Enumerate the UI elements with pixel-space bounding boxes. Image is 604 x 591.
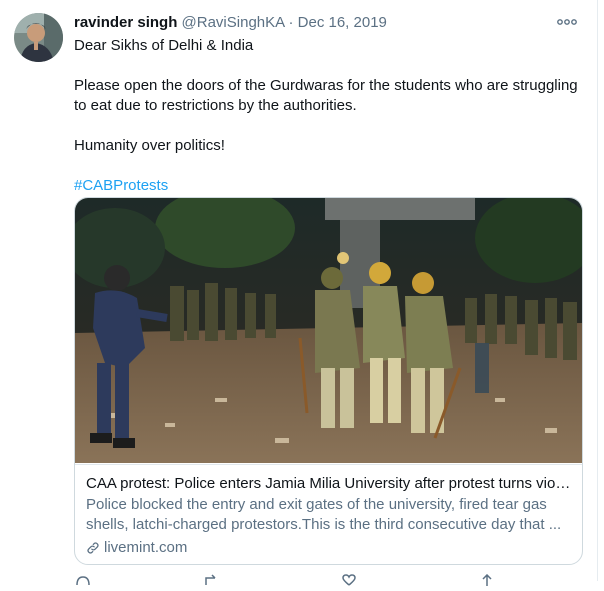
card-info: CAA protest: Police enters Jamia Milia U… bbox=[75, 464, 582, 558]
hashtag-link[interactable]: #CABProtests bbox=[74, 177, 168, 194]
like-button[interactable] bbox=[340, 573, 358, 586]
user-handle[interactable]: @RaviSinghKA bbox=[182, 14, 285, 31]
card-title[interactable]: CAA protest: Police enters Jamia Milia U… bbox=[86, 474, 571, 494]
link-preview-card[interactable]: CAA protest: Police enters Jamia Milia U… bbox=[74, 197, 583, 565]
card-image bbox=[75, 198, 582, 463]
display-name[interactable]: ravinder singh bbox=[74, 14, 177, 31]
tweet-line-request: Please open the doors of the Gurdwaras f… bbox=[74, 77, 578, 114]
retweet-button[interactable] bbox=[202, 573, 220, 585]
avatar[interactable] bbox=[14, 13, 63, 62]
link-icon bbox=[87, 542, 99, 554]
tweet-line-greeting: Dear Sikhs of Delhi & India bbox=[74, 37, 254, 54]
tweet-text: Dear Sikhs of Delhi & India Please open … bbox=[74, 36, 582, 196]
avatar-image bbox=[14, 13, 63, 62]
tweet-line-closing: Humanity over politics! bbox=[74, 137, 225, 154]
tweet-container[interactable]: ravinder singh @RaviSinghKA · Dec 16, 20… bbox=[0, 0, 598, 586]
heart-icon bbox=[342, 574, 356, 586]
reply-icon bbox=[76, 576, 90, 586]
share-icon bbox=[482, 573, 492, 586]
tweet-header: ravinder singh @RaviSinghKA · Dec 16, 20… bbox=[74, 12, 579, 34]
more-options-button[interactable] bbox=[555, 14, 579, 30]
tweet-date[interactable]: Dec 16, 2019 bbox=[298, 14, 387, 31]
retweet-icon bbox=[205, 574, 216, 585]
share-button[interactable] bbox=[478, 573, 496, 586]
reply-button[interactable] bbox=[74, 573, 92, 586]
card-domain: livemint.com bbox=[104, 539, 188, 556]
more-horizontal-icon bbox=[557, 19, 577, 25]
card-description: Police blocked the entry and exit gates … bbox=[86, 496, 562, 533]
separator: · bbox=[288, 14, 294, 31]
card-domain-row: livemint.com bbox=[86, 538, 571, 558]
tweet-actions bbox=[74, 573, 504, 586]
